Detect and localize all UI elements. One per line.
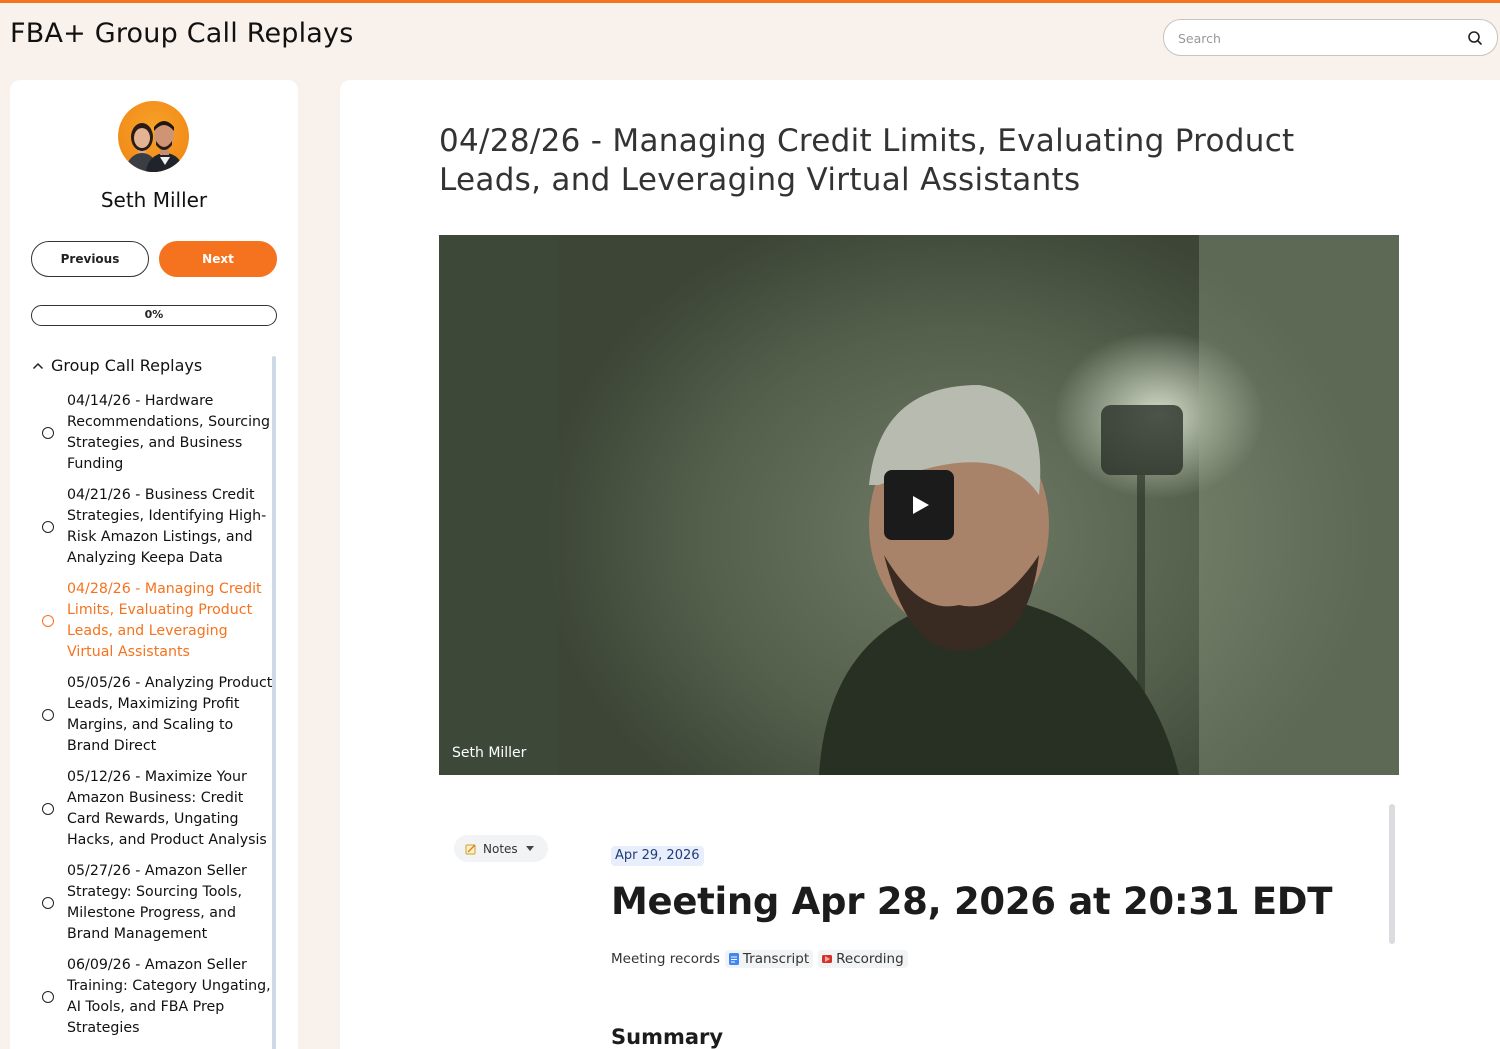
chevron-up-icon [32, 362, 44, 369]
lesson-label: 06/09/26 - Amazon Seller Training: Categ… [67, 957, 271, 1036]
lesson-label: 04/21/26 - Business Credit Strategies, I… [67, 487, 267, 566]
progress-bar: 0% [31, 305, 277, 326]
video-player[interactable]: Seth Miller [439, 235, 1399, 775]
lesson-status-circle-icon [42, 521, 54, 533]
notes-dropdown[interactable]: Notes [454, 835, 548, 862]
lesson-status-circle-icon [42, 897, 54, 909]
lesson-item[interactable]: 04/14/26 - Hardware Recommendations, Sou… [42, 391, 278, 475]
lesson-status-circle-icon [42, 803, 54, 815]
lesson-status-circle-icon [42, 427, 54, 439]
play-icon [913, 496, 929, 514]
lesson-content: 04/28/26 - Managing Credit Limits, Evalu… [340, 80, 1500, 1049]
play-button[interactable] [884, 470, 954, 540]
meeting-records-label: Meeting records [611, 951, 720, 967]
notes-label: Notes [483, 841, 518, 856]
search-input[interactable] [1178, 29, 1448, 47]
lesson-label: 04/28/26 - Managing Credit Limits, Evalu… [67, 581, 262, 660]
search-box[interactable] [1163, 19, 1498, 56]
lesson-title: 04/28/26 - Managing Credit Limits, Evalu… [439, 123, 1295, 198]
transcript-link[interactable]: Transcript [724, 950, 814, 968]
lesson-item[interactable]: 05/05/26 - Analyzing Product Leads, Maxi… [42, 673, 278, 757]
video-speaker-label: Seth Miller [452, 745, 527, 761]
lesson-item[interactable]: 04/21/26 - Business Credit Strategies, I… [42, 485, 278, 569]
avatar [118, 101, 189, 172]
search-icon[interactable] [1467, 30, 1483, 46]
course-sidebar: Seth Miller Previous Next 0% Group Call … [10, 80, 298, 1049]
author-name: Seth Miller [100, 188, 208, 212]
lesson-item[interactable]: 04/28/26 - Managing Credit Limits, Evalu… [42, 579, 278, 663]
recording-link[interactable]: Recording [818, 950, 908, 968]
lesson-item[interactable]: 05/12/26 - Maximize Your Amazon Business… [42, 767, 278, 851]
lesson-status-circle-icon [42, 991, 54, 1003]
summary-heading: Summary [611, 1025, 724, 1049]
document-icon [728, 953, 739, 965]
lesson-item[interactable]: 06/09/26 - Amazon Seller Training: Categ… [42, 955, 278, 1039]
lesson-status-circle-icon [42, 709, 54, 721]
next-button[interactable]: Next [159, 241, 277, 277]
page-title: FBA+ Group Call Replays [10, 18, 354, 49]
recording-label: Recording [836, 951, 904, 967]
lesson-status-circle-icon [42, 615, 54, 627]
top-accent-rule [0, 0, 1500, 3]
section-title: Group Call Replays [51, 356, 203, 375]
recording-icon [822, 955, 833, 963]
lesson-list: 04/14/26 - Hardware Recommendations, Sou… [42, 391, 278, 1049]
lesson-item[interactable]: 05/27/26 - Amazon Seller Strategy: Sourc… [42, 861, 278, 945]
document-scrollbar[interactable] [1389, 804, 1395, 944]
caret-down-icon [525, 846, 534, 851]
lesson-label: 04/14/26 - Hardware Recommendations, Sou… [67, 393, 271, 472]
lesson-label: 05/12/26 - Maximize Your Amazon Business… [67, 769, 267, 848]
previous-button[interactable]: Previous [31, 241, 149, 277]
sidebar-scrollbar[interactable] [272, 356, 276, 1049]
meeting-records: Meeting records Transcript Recording [611, 950, 908, 968]
meeting-heading: Meeting Apr 28, 2026 at 20:31 EDT [611, 880, 1333, 923]
section-toggle-group-call-replays[interactable]: Group Call Replays [32, 356, 202, 375]
transcript-label: Transcript [742, 951, 810, 967]
lesson-label: 05/27/26 - Amazon Seller Strategy: Sourc… [67, 863, 247, 942]
notes-icon [465, 844, 476, 854]
date-chip[interactable]: Apr 29, 2026 [611, 846, 704, 866]
progress-label: 0% [144, 308, 164, 321]
lesson-label: 05/05/26 - Analyzing Product Leads, Maxi… [67, 675, 273, 754]
